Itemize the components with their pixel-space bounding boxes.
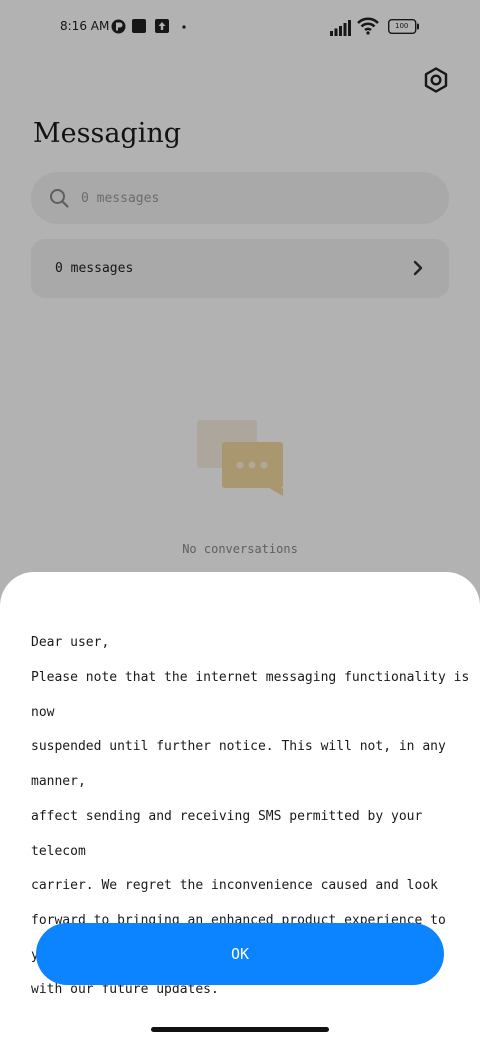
home-indicator[interactable] <box>151 1027 329 1032</box>
dialog-greeting: Dear user, <box>31 635 110 650</box>
ok-button[interactable]: OK <box>36 923 444 985</box>
notice-dialog: Dear user, Please note that the internet… <box>0 572 480 1040</box>
